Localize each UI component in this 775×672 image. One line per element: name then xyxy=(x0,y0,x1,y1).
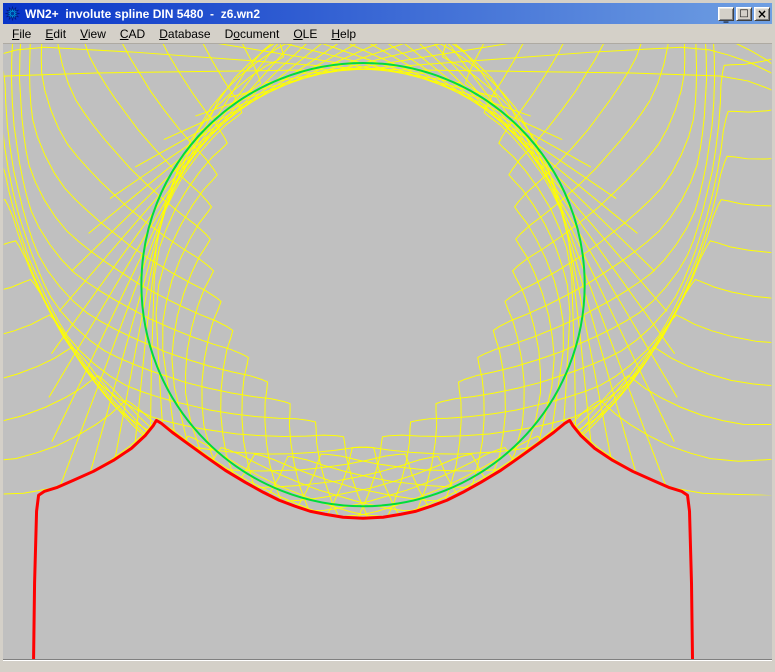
maximize-icon: □ xyxy=(739,9,748,19)
label-post: AD xyxy=(129,27,146,41)
title-bar[interactable]: WN2+ involute spline DIN 5480 - z6.wn2 _… xyxy=(3,3,772,24)
label-post: atabase xyxy=(168,27,211,41)
label-post: elp xyxy=(340,27,356,41)
menu-item-ole[interactable]: OLE xyxy=(286,26,324,42)
minimize-icon: _ xyxy=(724,16,729,20)
menu-item-edit[interactable]: Edit xyxy=(38,26,73,42)
menu-item-document[interactable]: Document xyxy=(218,26,287,42)
label-accel: O xyxy=(293,27,302,41)
menu-item-file[interactable]: File xyxy=(5,26,38,42)
label-post: dit xyxy=(53,27,66,41)
label-pre: D xyxy=(225,27,234,41)
app-window: WN2+ involute spline DIN 5480 - z6.wn2 _… xyxy=(0,0,775,672)
label-accel: o xyxy=(233,27,240,41)
status-bar xyxy=(3,659,772,672)
window-controls: _ □ × xyxy=(718,7,770,21)
cad-viewport[interactable] xyxy=(3,44,772,659)
label-post: ile xyxy=(19,27,31,41)
label-post: iew xyxy=(88,27,106,41)
tool-generation-lines xyxy=(3,44,772,659)
menu-item-cad[interactable]: CAD xyxy=(113,26,152,42)
tooth-profile xyxy=(34,420,693,659)
menu-item-help[interactable]: Help xyxy=(324,26,363,42)
app-icon xyxy=(5,6,20,21)
close-button[interactable]: × xyxy=(754,7,770,21)
maximize-button[interactable]: □ xyxy=(736,7,752,21)
menu-item-database[interactable]: Database xyxy=(152,26,217,42)
close-icon: × xyxy=(757,9,767,19)
label-accel: V xyxy=(80,27,88,41)
menu-bar: File Edit View CAD Database Document OLE… xyxy=(3,24,772,44)
menu-item-view[interactable]: View xyxy=(73,26,113,42)
label-accel: D xyxy=(159,27,168,41)
minimize-button[interactable]: _ xyxy=(718,7,734,21)
label-accel: H xyxy=(331,27,340,41)
window-title: WN2+ involute spline DIN 5480 - z6.wn2 xyxy=(25,7,715,21)
label-post: LE xyxy=(303,27,318,41)
label-accel: C xyxy=(120,27,129,41)
label-post: cument xyxy=(240,27,279,41)
starburst-icon-center xyxy=(10,11,14,15)
